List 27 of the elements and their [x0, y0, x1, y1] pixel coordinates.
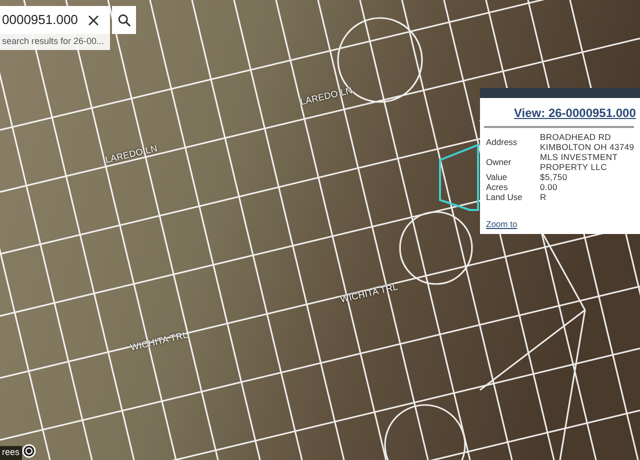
zoom-to-link[interactable]: Zoom to	[486, 218, 518, 231]
street-label: LAREDO LN	[104, 142, 159, 167]
field-value: $5,750	[540, 172, 568, 182]
field-value: 0.00	[540, 182, 558, 192]
target-icon	[22, 444, 36, 458]
field-label: Value	[486, 172, 508, 182]
search-results-hint: search results for 26-00...	[0, 34, 110, 50]
search-input[interactable]: 0000951.000	[2, 10, 88, 30]
field-value: BROADHEAD RD	[540, 132, 612, 142]
field-label: Owner	[486, 157, 512, 167]
street-label: WICHITA TRL	[129, 328, 190, 354]
field-value: R	[540, 192, 548, 202]
street-label: LAREDO LN	[299, 84, 354, 109]
highlighted-parcel-outline	[439, 144, 479, 211]
search-icon	[118, 14, 130, 26]
attribution-text: rees	[0, 446, 22, 460]
field-value: PROPERTY LLC	[540, 162, 608, 172]
search-field[interactable]: 0000951.000	[0, 6, 110, 34]
search-button[interactable]	[112, 6, 136, 34]
clear-icon[interactable]	[88, 14, 99, 26]
parcel-view-link[interactable]: View: 26-0000951.000	[514, 104, 636, 122]
field-label: Address	[486, 137, 518, 147]
street-label: WICHITA TRL	[339, 280, 400, 306]
field-label: Acres	[486, 182, 509, 192]
field-label: Land Use	[486, 192, 524, 202]
field-value: MLS INVESTMENT	[540, 152, 619, 162]
field-value: KIMBOLTON OH 43749	[540, 142, 636, 152]
